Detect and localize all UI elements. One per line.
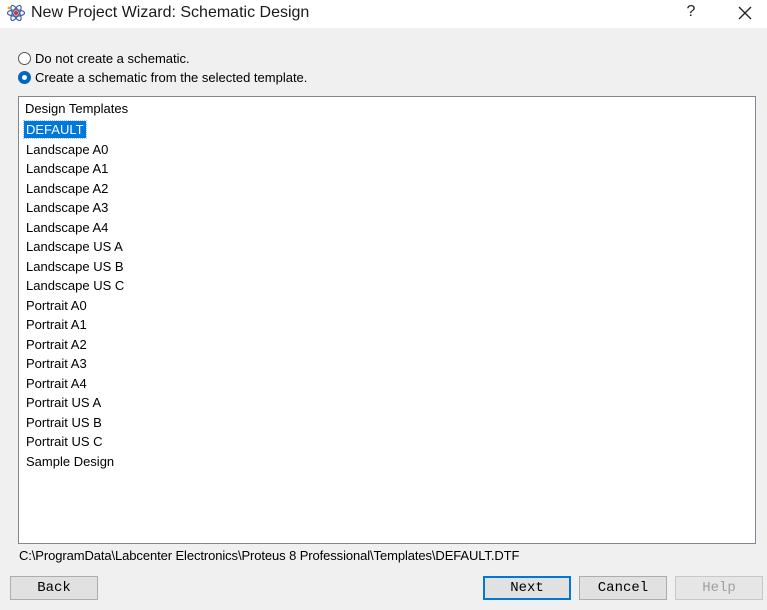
template-option[interactable]: Create a schematic from the selected tem… — [18, 69, 307, 85]
list-item-label: Landscape US C — [26, 278, 125, 293]
list-item-label: Portrait A0 — [26, 297, 87, 313]
template-path: C:\ProgramData\Labcenter Electronics\Pro… — [19, 548, 520, 563]
list-item[interactable]: Portrait A2 — [24, 336, 126, 356]
close-button[interactable] — [735, 3, 755, 23]
next-button[interactable]: Next — [483, 576, 571, 600]
list-item[interactable]: Landscape A2 — [24, 180, 126, 200]
list-item-label: Sample Design — [26, 453, 115, 469]
list-item[interactable]: Portrait A0 — [24, 297, 126, 317]
list-item-label: Landscape A3 — [26, 200, 109, 215]
help-title-button[interactable]: ? — [682, 3, 700, 23]
close-icon — [738, 6, 752, 20]
list-item[interactable]: Landscape A1 — [24, 160, 126, 180]
list-item[interactable]: Portrait US B — [24, 414, 126, 434]
list-item-label: Portrait US C — [26, 434, 103, 449]
no-schematic-radio[interactable] — [18, 51, 31, 65]
list-item-label: Landscape US B — [26, 258, 124, 274]
list-item[interactable]: Landscape A0 — [24, 141, 126, 161]
list-item[interactable]: Sample Design — [24, 453, 126, 473]
list-item-label: Portrait US B — [26, 414, 102, 430]
list-item-label: Landscape A0 — [26, 141, 109, 157]
list-item-label: Portrait A4 — [26, 375, 87, 391]
title-bar: New Project Wizard: Schematic Design ? — [0, 0, 767, 28]
design-templates-list[interactable]: Design Templates DEFAULT Landscape A0 Land… — [18, 96, 756, 544]
cancel-button[interactable]: Cancel — [579, 576, 667, 600]
list-item-label: Portrait A2 — [26, 336, 87, 352]
list-item-label: Landscape A1 — [26, 161, 109, 176]
list-item[interactable]: Landscape US C — [24, 277, 126, 297]
list-header: Design Templates — [25, 101, 129, 116]
back-button[interactable]: Back — [10, 576, 98, 600]
list-item-label: Portrait US A — [26, 395, 102, 410]
list-item[interactable]: Portrait US C — [24, 433, 126, 453]
list-item[interactable]: Portrait A1 — [24, 316, 126, 336]
list-item-label: Landscape A4 — [26, 219, 109, 235]
window-title: New Project Wizard: Schematic Design — [31, 4, 310, 21]
list-item[interactable]: Portrait A4 — [24, 375, 126, 395]
list-item[interactable]: Portrait A3 — [24, 355, 126, 375]
list-item-label: Landscape A2 — [26, 180, 109, 196]
no-schematic-option[interactable]: Do not create a schematic. — [18, 50, 190, 66]
list-item[interactable]: Landscape A3 — [24, 199, 126, 219]
list-item-label: Landscape US A — [26, 239, 123, 254]
list-item[interactable]: Portrait US A — [24, 394, 126, 414]
list-item-label: Portrait A3 — [26, 356, 87, 371]
list-item[interactable]: Landscape US B — [24, 258, 126, 278]
list-item-label: Portrait A1 — [26, 317, 87, 332]
dialog-body: Do not create a schematic. Create a sche… — [0, 28, 767, 610]
template-option-label: Create a schematic from the selected tem… — [35, 69, 308, 85]
template-items: DEFAULT Landscape A0 Landscape A1 Landscape… — [23, 120, 126, 473]
list-item[interactable]: DEFAULT — [23, 120, 126, 141]
help-button[interactable]: Help — [675, 576, 763, 600]
list-item[interactable]: Landscape A4 — [24, 219, 126, 239]
proteus-atom-icon — [6, 4, 26, 22]
list-item-label: DEFAULT — [23, 120, 87, 139]
template-radio[interactable] — [18, 70, 31, 84]
no-schematic-label: Do not create a schematic. — [35, 50, 190, 66]
list-item[interactable]: Landscape US A — [24, 238, 126, 258]
